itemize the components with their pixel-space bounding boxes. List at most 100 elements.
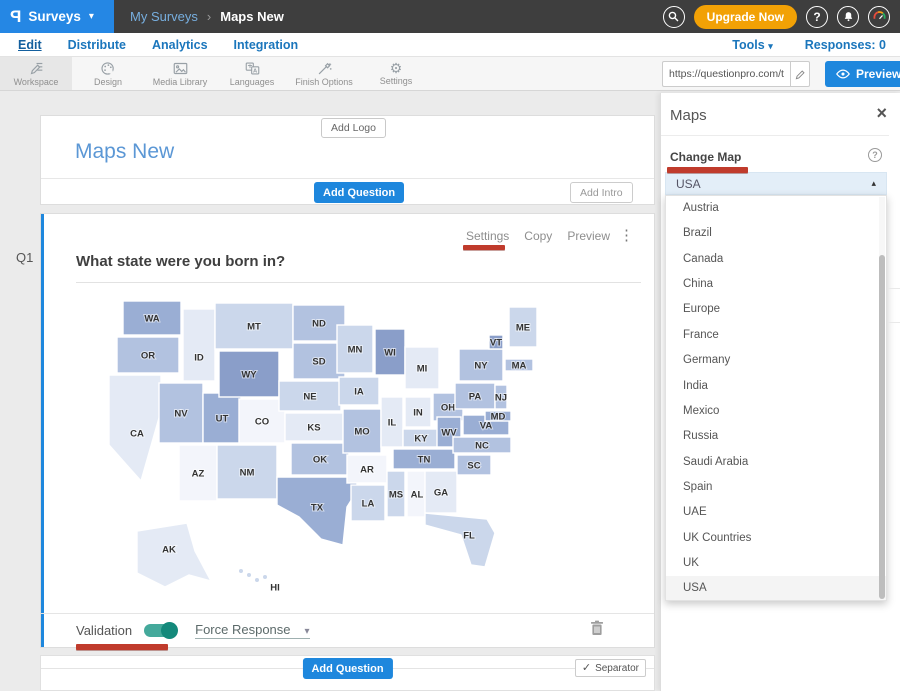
- state-label-ia: IA: [354, 387, 364, 398]
- state-label-ma: MA: [512, 361, 527, 372]
- state-label-tx: TX: [311, 503, 324, 514]
- gauge-avatar-icon: [872, 9, 887, 24]
- state-label-md: MD: [491, 412, 506, 423]
- chevron-down-icon: ▾: [768, 41, 773, 51]
- usa-choropleth-map[interactable]: WAORCAIDNVUTWYAZMTCONMNDSDNEKSOKTXMNIAMO…: [93, 293, 563, 608]
- close-icon[interactable]: ×: [876, 104, 887, 122]
- map-option-uk-countries[interactable]: UK Countries: [666, 526, 886, 551]
- state-label-il: IL: [388, 418, 397, 429]
- help-icon[interactable]: ?: [868, 148, 882, 162]
- map-option-canada[interactable]: Canada: [666, 247, 886, 272]
- nav-tab-distribute[interactable]: Distribute: [68, 38, 126, 52]
- overflow-menu-icon[interactable]: ⋮: [619, 226, 634, 244]
- notifications-button[interactable]: [837, 6, 859, 28]
- add-logo-button[interactable]: Add Logo: [321, 118, 386, 138]
- toolbar-media-library[interactable]: Media Library: [144, 57, 216, 90]
- account-avatar[interactable]: [868, 6, 890, 28]
- nav-tab-edit[interactable]: Edit: [18, 38, 42, 52]
- question-settings-link[interactable]: Settings: [466, 229, 509, 243]
- nav-tabs: Edit Distribute Analytics Integration: [0, 38, 298, 52]
- dropdown-scrollbar[interactable]: [879, 197, 885, 601]
- state-label-tn: TN: [418, 455, 431, 466]
- state-id[interactable]: [183, 309, 215, 381]
- state-label-wi: WI: [384, 348, 396, 359]
- product-menu[interactable]: P Surveys ▾: [0, 0, 114, 33]
- state-label-hi: HI: [270, 583, 280, 594]
- state-label-wy: WY: [241, 370, 257, 381]
- add-question-button-bottom[interactable]: Add Question: [302, 658, 392, 679]
- state-label-or: OR: [141, 351, 155, 362]
- state-label-ga: GA: [434, 488, 448, 499]
- question-copy-link[interactable]: Copy: [524, 229, 552, 243]
- questionpro-app: P Surveys ▾ My Surveys › Maps New Upgrad…: [0, 0, 900, 691]
- question-card: Settings Copy Preview ⋮ What state were …: [40, 213, 655, 648]
- state-hi[interactable]: [239, 569, 268, 583]
- map-option-usa[interactable]: USA: [666, 576, 886, 601]
- map-select[interactable]: USA ▴: [665, 172, 887, 195]
- eye-icon: [836, 69, 850, 79]
- add-intro-button[interactable]: Add Intro: [570, 182, 633, 203]
- scrollbar-thumb[interactable]: [879, 255, 885, 599]
- map-option-china[interactable]: China: [666, 272, 886, 297]
- help-button[interactable]: ?: [806, 6, 828, 28]
- state-label-oh: OH: [441, 403, 455, 414]
- state-label-pa: PA: [469, 392, 482, 403]
- map-option-europe[interactable]: Europe: [666, 297, 886, 322]
- state-label-ny: NY: [474, 361, 488, 372]
- nav-tab-analytics[interactable]: Analytics: [152, 38, 208, 52]
- question-preview-link[interactable]: Preview: [567, 229, 610, 243]
- state-label-ne: NE: [303, 392, 316, 403]
- map-option-germany[interactable]: Germany: [666, 348, 886, 373]
- state-fl[interactable]: [425, 513, 495, 567]
- preview-survey-button[interactable]: Preview: [825, 61, 900, 87]
- card-divider: [41, 178, 654, 179]
- separator-checkbox[interactable]: ✓ Separator: [575, 659, 646, 677]
- map-option-uk[interactable]: UK: [666, 551, 886, 576]
- state-label-al: AL: [411, 490, 424, 501]
- toolbar-languages[interactable]: A Languages: [216, 57, 288, 90]
- map-option-france[interactable]: France: [666, 323, 886, 348]
- map-select-value: USA: [676, 177, 701, 191]
- toolbar-settings[interactable]: ⚙ Settings: [360, 57, 432, 90]
- map-option-russia[interactable]: Russia: [666, 424, 886, 449]
- toolbar-workspace[interactable]: Workspace: [0, 57, 72, 90]
- validation-toggle[interactable]: [144, 624, 177, 637]
- upgrade-now-button[interactable]: Upgrade Now: [694, 5, 797, 29]
- toolbar-finish-options[interactable]: Finish Options: [288, 57, 360, 90]
- breadcrumb-my-surveys[interactable]: My Surveys: [130, 9, 198, 24]
- annotation-underline-change-map: [667, 167, 748, 173]
- state-label-mo: MO: [354, 427, 369, 438]
- question-divider: [76, 282, 641, 283]
- state-label-nv: NV: [174, 409, 188, 420]
- breadcrumb-current-survey: Maps New: [220, 9, 284, 24]
- map-option-brazil[interactable]: Brazil: [666, 221, 886, 246]
- background-section-edge: [888, 322, 900, 323]
- change-map-label: Change Map: [670, 150, 741, 164]
- nav-tab-integration[interactable]: Integration: [234, 38, 299, 52]
- palette-icon: [100, 61, 116, 76]
- edit-url-button[interactable]: [790, 61, 810, 87]
- state-label-nd: ND: [312, 319, 326, 330]
- add-question-button-top[interactable]: Add Question: [314, 182, 404, 203]
- map-option-spain[interactable]: Spain: [666, 475, 886, 500]
- map-option-mexico[interactable]: Mexico: [666, 399, 886, 424]
- background-section-edge: [888, 288, 900, 289]
- question-mark-icon: ?: [813, 10, 820, 24]
- toolbar-design[interactable]: Design: [72, 57, 144, 90]
- search-button[interactable]: [663, 6, 685, 28]
- state-label-me: ME: [516, 323, 530, 334]
- responses-count[interactable]: Responses: 0: [805, 38, 886, 52]
- survey-url-input[interactable]: [662, 61, 790, 87]
- delete-question-button[interactable]: [590, 620, 604, 641]
- map-option-saudi-arabia[interactable]: Saudi Arabia: [666, 450, 886, 475]
- map-option-austria[interactable]: Austria: [666, 196, 886, 221]
- force-response-dropdown[interactable]: Force Response▾: [195, 622, 309, 639]
- map-option-india[interactable]: India: [666, 374, 886, 399]
- map-option-uae[interactable]: UAE: [666, 500, 886, 525]
- tools-menu[interactable]: Tools ▾: [732, 38, 772, 52]
- state-label-wa: WA: [144, 314, 159, 325]
- survey-title[interactable]: Maps New: [75, 140, 174, 164]
- state-label-nj: NJ: [495, 393, 507, 404]
- question-text[interactable]: What state were you born in?: [76, 253, 285, 270]
- magic-wand-icon: [316, 61, 333, 76]
